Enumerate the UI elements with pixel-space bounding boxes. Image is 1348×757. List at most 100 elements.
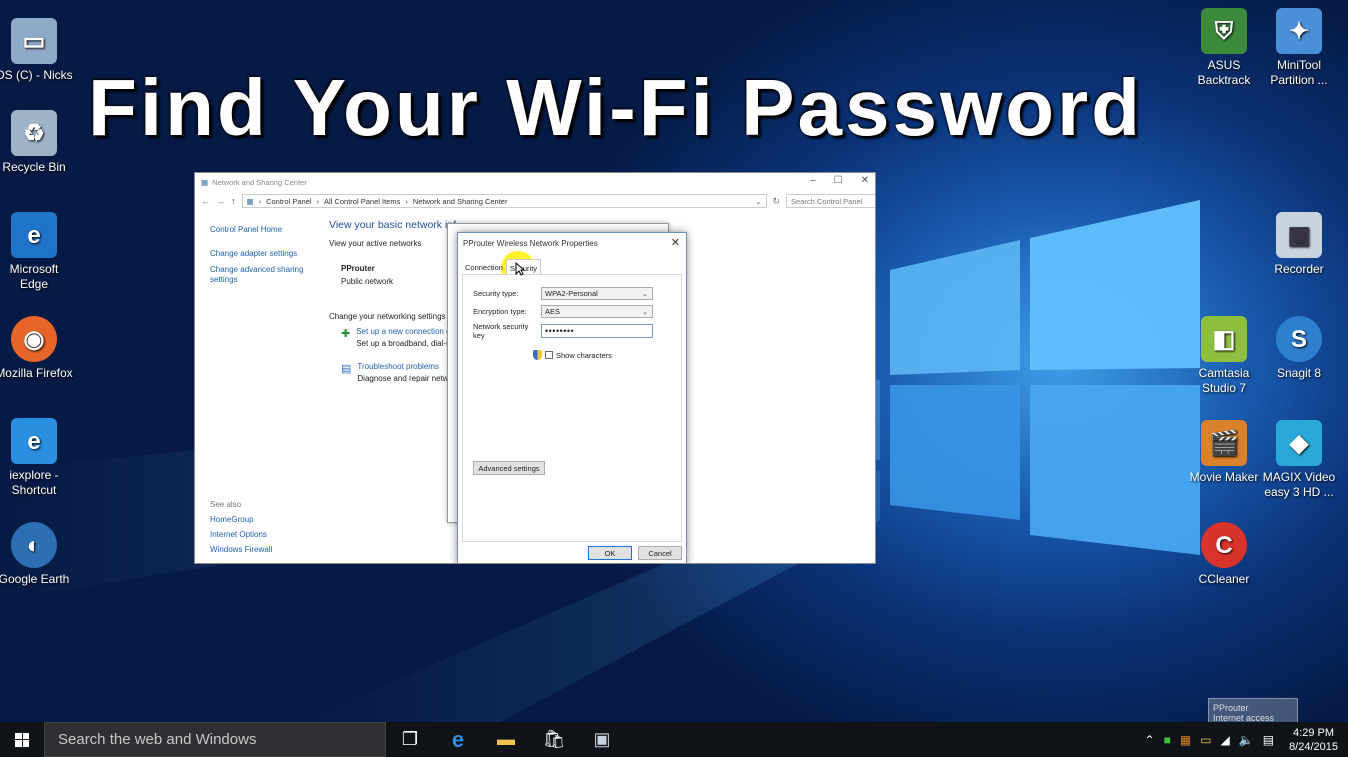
desktop-icon-magix[interactable]: ◆ MAGIX Video easy 3 HD ... [1259,420,1339,500]
security-type-row: Security type: WPA2-Personal ⌄ [473,287,653,300]
edge-icon: e [11,212,57,258]
recorder-icon: ▣ [1276,212,1322,258]
close-icon[interactable]: ✕ [861,175,869,186]
refresh-icon[interactable]: ↻ [773,196,781,207]
troubleshoot-link[interactable]: Troubleshoot problems [357,362,448,371]
breadcrumb[interactable]: ▦ › Control Panel › All Control Panel Item… [241,194,767,208]
nav-control-panel-home[interactable]: Control Panel Home [210,225,320,235]
security-key-field[interactable]: •••••••• [541,324,653,338]
desktop-icon-label: Snagit 8 [1276,366,1322,380]
store-icon[interactable]: 🛍 [530,722,578,757]
drive-icon: ▭ [11,18,57,64]
desktop-icon-minitool[interactable]: ✦ MiniTool Partition ... [1259,8,1339,88]
see-also: See also HomeGroup Internet Options Wind… [210,497,272,557]
clock[interactable]: 4:29 PM 8/24/2015 [1289,726,1338,754]
up-icon[interactable]: ↑ [231,196,236,206]
desktop-icon-label: CCleaner [1198,572,1250,586]
encryption-type-select[interactable]: AES ⌄ [541,305,653,318]
desktop-icon-movie-maker[interactable]: 🎬 Movie Maker [1184,420,1264,485]
desktop-icon-label: Recycle Bin [2,160,66,174]
wireless-properties-dialog: PProuter Wireless Network Properties ✕ C… [457,232,687,563]
encryption-type-value: AES [545,307,561,316]
dialog-tabs: Connection Security [462,259,542,274]
network-icon: ▦ [201,177,209,187]
search-input[interactable]: Search Control Panel ⌕ [786,194,875,208]
movie-maker-icon: 🎬 [1201,420,1247,466]
desktop-icon-google-earth[interactable]: ◐ Google Earth [0,522,74,587]
tray-app-icon[interactable]: ■ [1164,733,1171,747]
desktop-icon-edge[interactable]: e Microsoft Edge [0,212,74,292]
link-windows-firewall[interactable]: Windows Firewall [210,542,272,557]
mouse-cursor-icon [515,262,525,276]
desktop-icon-drive[interactable]: ▭ OS (C) - Nicks [0,18,74,83]
desktop-icon-label: Camtasia Studio 7 [1198,366,1250,395]
desktop-icon-label: ASUS Backtrack [1197,58,1251,87]
desktop-icon-label: Google Earth [0,572,70,586]
link-internet-options[interactable]: Internet Options [210,527,272,542]
breadcrumb-item[interactable]: Control Panel [266,197,311,206]
ok-button[interactable]: OK [588,546,632,560]
nav-change-adapter-settings[interactable]: Change adapter settings [210,249,320,259]
asus-backtrack-icon: ⛨ [1201,8,1247,54]
see-also-heading: See also [210,500,242,509]
taskbar-search-input[interactable]: Search the web and Windows [44,722,386,757]
chevron-up-icon[interactable]: ⌃ [1145,733,1155,747]
tray-app-icon[interactable]: ▦ [1180,733,1191,747]
windows-logo-icon [15,732,29,747]
advanced-settings-button[interactable]: Advanced settings [473,461,545,475]
desktop-icon-recorder[interactable]: ▣ Recorder [1259,212,1339,277]
desktop-icon-recycle-bin[interactable]: ♻ Recycle Bin [0,110,74,175]
security-key-label: Network security key [473,322,529,340]
minimize-icon[interactable]: – [810,175,816,186]
wifi-icon[interactable]: ◢ [1221,733,1230,747]
desktop-icon-ccleaner[interactable]: C CCleaner [1184,522,1264,587]
security-key-row: Network security key •••••••• [473,322,653,340]
show-characters-row[interactable]: Show characters [533,350,612,360]
maximize-icon[interactable]: ☐ [834,175,843,186]
clock-date: 8/24/2015 [1289,740,1338,753]
back-icon[interactable]: ← [201,196,210,206]
toast-status: Internet access [1213,713,1275,722]
dialog-titlebar: PProuter Wireless Network Properties ✕ [458,233,686,253]
dialog-title: PProuter Wireless Network Properties [463,238,598,248]
breadcrumb-item[interactable]: Network and Sharing Center [413,197,508,206]
action-center-icon[interactable]: ▤ [1263,733,1274,747]
task-view-icon[interactable]: ❐ [386,722,434,757]
cancel-button[interactable]: Cancel [638,546,682,560]
ie-icon: e [11,418,57,464]
nav-change-advanced-sharing[interactable]: Change advanced sharing settings [210,265,320,285]
chevron-down-icon[interactable]: ⌄ [755,197,761,206]
link-homegroup[interactable]: HomeGroup [210,512,272,527]
toast-network-name: PProuter [1213,703,1249,713]
chevron-down-icon: ⌄ [642,290,648,298]
tab-connection[interactable]: Connection [462,259,506,274]
desktop-icon-firefox[interactable]: ◉ Mozilla Firefox [0,316,74,381]
start-button[interactable] [0,722,44,757]
desktop-icon-snagit[interactable]: S Snagit 8 [1259,316,1339,381]
recycle-bin-icon: ♻ [11,110,57,156]
volume-icon[interactable]: 🔈 [1239,733,1254,747]
setup-connection-icon: ✚ [341,328,351,340]
setup-connection-link[interactable]: Set up a new connection o [356,327,450,336]
forward-icon[interactable]: → [216,196,225,206]
desktop-icon-camtasia[interactable]: ◧ Camtasia Studio 7 [1184,316,1264,396]
system-tray: ⌃ ■ ▦ ▭ ◢ 🔈 ▤ 4:29 PM 8/24/2015 [1145,722,1348,757]
show-characters-checkbox[interactable] [545,351,553,359]
setup-connection-desc: Set up a broadband, dial-u [356,339,451,348]
network-control-panel-icon[interactable]: ▣ [578,722,626,757]
firefox-icon: ◉ [11,316,57,362]
desktop-icon-label: Movie Maker [1189,470,1259,484]
edge-taskbar-icon[interactable]: e [434,722,482,757]
control-panel-icon: ▦ [246,196,254,206]
file-explorer-icon[interactable]: ▬ [482,722,530,757]
desktop-icon-label: MiniTool Partition ... [1270,58,1328,87]
battery-icon[interactable]: ▭ [1200,733,1211,747]
desktop-icon-asus-backtrack[interactable]: ⛨ ASUS Backtrack [1184,8,1264,88]
desktop: Find Your Wi-Fi Password ▭ OS (C) - Nick… [0,0,1348,722]
security-type-select[interactable]: WPA2-Personal ⌄ [541,287,653,300]
breadcrumb-item[interactable]: All Control Panel Items [324,197,400,206]
search-placeholder: Search Control Panel [791,196,863,206]
desktop-icon-ie[interactable]: e iexplore - Shortcut [0,418,74,498]
dialog-close-icon[interactable]: ✕ [671,236,680,249]
left-nav: Control Panel Home Change adapter settin… [210,225,320,291]
